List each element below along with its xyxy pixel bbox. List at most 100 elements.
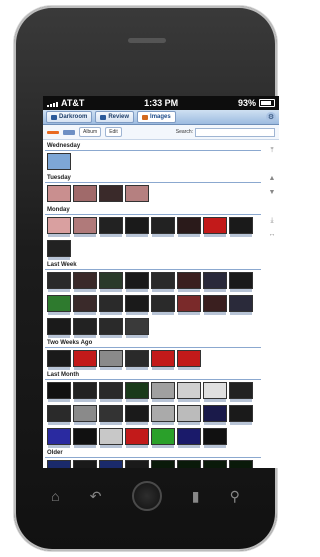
image-thumbnail[interactable]	[99, 295, 123, 315]
image-thumbnail[interactable]	[73, 295, 97, 315]
image-thumbnail[interactable]	[125, 405, 149, 425]
screen: AT&T 1:33 PM 93% Darkroom Review Images …	[43, 96, 279, 468]
image-thumbnail[interactable]	[47, 153, 71, 170]
image-thumbnail[interactable]	[47, 350, 71, 370]
grid-view-button[interactable]	[63, 129, 75, 135]
scroll-top-icon[interactable]: ⤒	[270, 144, 273, 158]
scroll-end-icon[interactable]: ↔	[269, 228, 276, 242]
image-thumbnail[interactable]	[125, 185, 149, 202]
scroll-up-icon[interactable]: ▲	[269, 172, 276, 186]
section-title: Tuesday	[45, 174, 261, 183]
image-thumbnail[interactable]	[203, 428, 227, 448]
image-thumbnail[interactable]	[47, 460, 71, 468]
image-thumbnail[interactable]	[99, 382, 123, 402]
album-button[interactable]: Album	[79, 127, 102, 137]
image-thumbnail[interactable]	[47, 428, 71, 448]
image-thumbnail[interactable]	[125, 460, 149, 468]
image-thumbnail[interactable]	[203, 460, 227, 468]
image-thumbnail[interactable]	[151, 405, 175, 425]
status-bar: AT&T 1:33 PM 93%	[43, 96, 279, 110]
image-thumbnail[interactable]	[125, 295, 149, 315]
image-thumbnail[interactable]	[203, 272, 227, 292]
image-thumbnail[interactable]	[151, 272, 175, 292]
image-thumbnail[interactable]	[99, 272, 123, 292]
back-icon[interactable]: ↶	[90, 488, 102, 505]
image-thumbnail[interactable]	[47, 185, 71, 202]
image-thumbnail[interactable]	[177, 460, 201, 468]
thumbnail-caption	[126, 399, 148, 402]
image-thumbnail[interactable]	[151, 460, 175, 468]
image-thumbnail[interactable]	[177, 382, 201, 402]
image-thumbnail[interactable]	[73, 272, 97, 292]
image-thumbnail[interactable]	[99, 428, 123, 448]
image-thumbnail[interactable]	[99, 185, 123, 202]
image-thumbnail[interactable]	[125, 318, 149, 338]
image-thumbnail[interactable]	[177, 350, 201, 370]
image-thumbnail[interactable]	[47, 405, 71, 425]
page-icon[interactable]: ▮	[192, 488, 200, 505]
image-thumbnail[interactable]	[73, 185, 97, 202]
image-thumbnail[interactable]	[99, 318, 123, 338]
image-thumbnail[interactable]	[99, 350, 123, 370]
image-thumbnail[interactable]	[177, 217, 201, 237]
home-icon[interactable]: ⌂	[51, 488, 59, 504]
section-title: Older	[45, 449, 261, 458]
image-thumbnail[interactable]	[177, 405, 201, 425]
thumbnail-caption	[48, 335, 70, 338]
thumbnail-caption	[230, 399, 252, 402]
image-thumbnail[interactable]	[47, 217, 71, 237]
tab-images[interactable]: Images	[137, 111, 176, 123]
image-thumbnail[interactable]	[99, 405, 123, 425]
image-thumbnail[interactable]	[125, 350, 149, 370]
image-thumbnail[interactable]	[151, 295, 175, 315]
image-thumbnail[interactable]	[151, 382, 175, 402]
image-thumbnail[interactable]	[229, 217, 253, 237]
image-thumbnail[interactable]	[47, 240, 71, 260]
image-thumbnail[interactable]	[229, 272, 253, 292]
search-input[interactable]	[195, 127, 275, 137]
image-thumbnail[interactable]	[229, 460, 253, 468]
image-thumbnail[interactable]	[73, 428, 97, 448]
image-thumbnail[interactable]	[73, 217, 97, 237]
image-thumbnail[interactable]	[151, 350, 175, 370]
image-thumbnail[interactable]	[203, 405, 227, 425]
image-thumbnail[interactable]	[177, 295, 201, 315]
image-thumbnail[interactable]	[125, 217, 149, 237]
home-button[interactable]	[131, 481, 162, 511]
search-icon[interactable]: ⚲	[230, 488, 240, 505]
thumbnail-caption	[48, 399, 70, 402]
image-thumbnail[interactable]	[47, 272, 71, 292]
image-thumbnail[interactable]	[47, 318, 71, 338]
image-thumbnail[interactable]	[203, 217, 227, 237]
settings-icon[interactable]: ⚙	[266, 112, 276, 122]
image-thumbnail[interactable]	[177, 272, 201, 292]
image-thumbnail[interactable]	[73, 405, 97, 425]
image-thumbnail[interactable]	[229, 382, 253, 402]
thumbnail-caption	[126, 289, 148, 292]
image-thumbnail[interactable]	[203, 382, 227, 402]
image-thumbnail[interactable]	[229, 295, 253, 315]
image-thumbnail[interactable]	[229, 405, 253, 425]
image-thumbnail[interactable]	[73, 460, 97, 468]
image-thumbnail[interactable]	[151, 217, 175, 237]
image-thumbnail[interactable]	[99, 217, 123, 237]
image-thumbnail[interactable]	[73, 350, 97, 370]
image-thumbnail[interactable]	[125, 382, 149, 402]
scroll-down-icon[interactable]: ▼	[269, 186, 276, 200]
tab-darkroom[interactable]: Darkroom	[46, 111, 93, 123]
image-thumbnail[interactable]	[47, 295, 71, 315]
image-thumbnail[interactable]	[47, 382, 71, 402]
image-thumbnail[interactable]	[73, 382, 97, 402]
section-title: Monday	[45, 206, 261, 215]
tab-review[interactable]: Review	[95, 111, 135, 123]
edit-button[interactable]: Edit	[105, 127, 122, 137]
image-thumbnail[interactable]	[125, 272, 149, 292]
image-thumbnail[interactable]	[177, 428, 201, 448]
image-thumbnail[interactable]	[125, 428, 149, 448]
list-view-button[interactable]	[47, 130, 59, 134]
image-thumbnail[interactable]	[151, 428, 175, 448]
image-thumbnail[interactable]	[203, 295, 227, 315]
scroll-bottom-icon[interactable]: ⤓	[270, 214, 273, 228]
image-thumbnail[interactable]	[99, 460, 123, 468]
image-thumbnail[interactable]	[73, 318, 97, 338]
